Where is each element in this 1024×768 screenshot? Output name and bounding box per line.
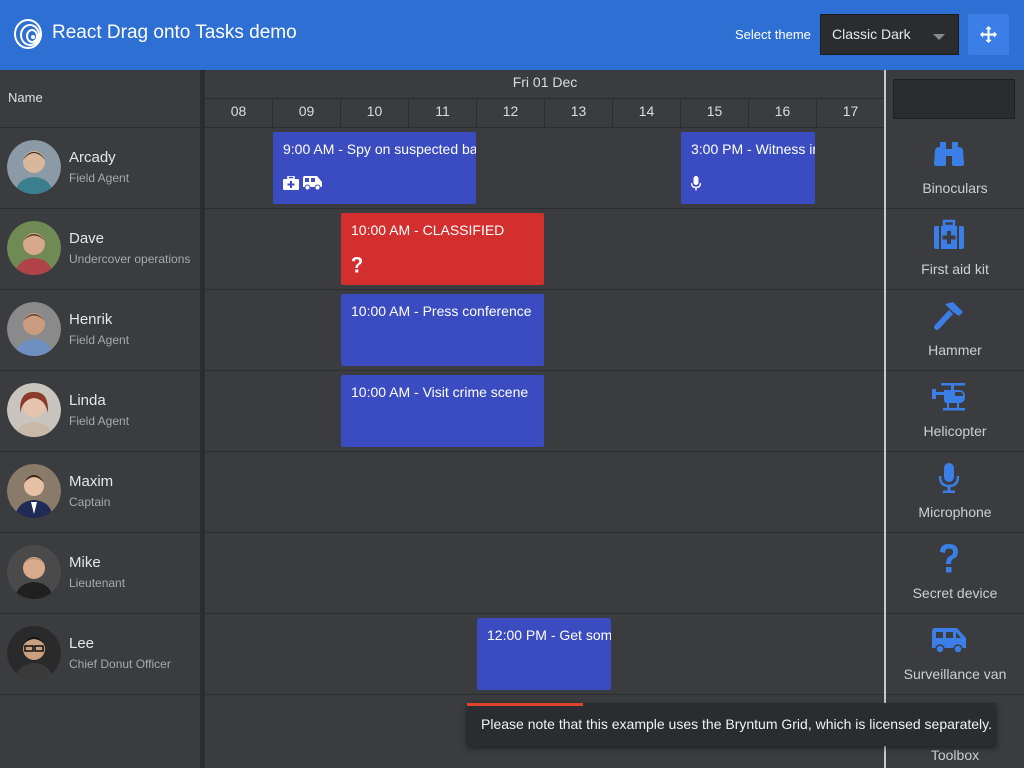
surveillance-van-icon [303,176,322,190]
person-name: Linda [69,392,106,409]
hammer-icon [934,302,963,330]
resource-cell: Linda Field Agent [0,371,200,451]
timeline-hour: 12 [477,99,545,127]
avatar [7,626,61,680]
tool-label: Hammer [928,342,982,358]
secret-device-icon [940,544,958,573]
first-aid-kit-icon [283,176,299,190]
name-column-header[interactable]: Name [0,70,200,128]
toast-progress-bar [467,703,584,706]
avatar [7,383,61,437]
person-role: Field Agent [69,333,130,347]
person-name: Arcady [69,149,116,166]
person-role: Field Agent [69,171,130,185]
avatar [7,545,61,599]
event-bar[interactable]: 3:00 PM - Witness in [681,132,815,204]
event-text: 3:00 PM - Witness in [691,141,815,157]
person-name: Lee [69,635,95,652]
theme-label: Select theme [735,27,811,42]
helicopter-icon [932,383,965,411]
surveillance-van-icon [932,628,966,654]
timeline-hour: 14 [613,99,681,127]
avatar [7,464,61,518]
timeline-hour: 08 [205,99,273,127]
event-text: 10:00 AM - Visit crime scene [351,384,529,400]
name-column-label: Name [8,90,43,105]
tool-label: Secret device [912,585,998,601]
event-text: 10:00 AM - CLASSIFIED [351,222,505,238]
timeline-hour: 10 [341,99,409,127]
bryntum-logo-icon [14,19,42,49]
theme-select-value: Classic Dark [832,26,911,42]
tool-item-secret-device[interactable]: Secret device [886,533,1024,614]
microphone-icon [691,176,701,191]
person-role: Undercover operations [69,252,191,266]
toolbox-panel: Binoculars First aid kit Hammer Helicopt… [886,70,1024,768]
fullscreen-button[interactable] [968,14,1009,55]
tool-label: First aid kit [921,261,989,277]
person-name: Dave [69,230,105,247]
event-text: 9:00 AM - Spy on suspected bar [283,141,476,157]
resource-row[interactable]: Mike Lieutenant [0,533,885,614]
first-aid-kit-icon [934,219,964,249]
toast-message: Please note that this example uses the B… [481,716,992,732]
resource-cell: Arcady Field Agent [0,128,200,208]
license-toast[interactable]: Please note that this example uses the B… [467,703,996,746]
person-name: Mike [69,554,101,571]
tool-item-first-aid-kit[interactable]: First aid kit [886,209,1024,290]
event-bar[interactable]: 10:00 AM - CLASSIFIED [341,213,544,285]
person-role: Lieutenant [69,576,126,590]
avatar [7,140,61,194]
avatar [7,302,61,356]
tool-label: Microphone [918,504,992,520]
person-name: Maxim [69,473,114,490]
secret-device-icon [352,257,362,273]
resource-cell: Dave Undercover operations [0,209,200,289]
move-arrows-icon [980,26,997,43]
resource-cell: Henrik Field Agent [0,290,200,370]
timeline-hour: 13 [545,99,613,127]
timeline-hour: 15 [681,99,749,127]
resource-row[interactable]: Maxim Captain [0,452,885,533]
tool-item-microphone[interactable]: Microphone [886,452,1024,533]
timeline-hour: 11 [409,99,477,127]
toolbox-label: Toolbox [930,747,980,763]
tool-item-helicopter[interactable]: Helicopter [886,371,1024,452]
event-text: 12:00 PM - Get som [487,627,611,643]
timeline-header: Fri 01 Dec 08 09 10 11 12 13 14 15 16 17 [205,70,885,128]
resource-cell: Mike Lieutenant [0,533,200,613]
microphone-icon [938,463,960,493]
timeline-hour: 17 [817,99,885,127]
timeline-date: Fri 01 Dec [205,70,885,99]
chevron-down-icon [933,34,945,40]
binoculars-icon [934,142,964,166]
event-bar[interactable]: 12:00 PM - Get som [477,618,611,690]
toolbox-filter-input[interactable] [893,79,1015,119]
avatar [7,221,61,275]
app-header: React Drag onto Tasks demo Select theme … [0,0,1024,70]
tool-item-surveillance-van[interactable]: Surveillance van [886,614,1024,695]
resource-cell: Lee Chief Donut Officer [0,614,200,694]
person-role: Chief Donut Officer [69,657,171,671]
tool-label: Binoculars [922,180,988,196]
person-role: Field Agent [69,414,130,428]
tool-label: Surveillance van [903,666,1007,682]
event-bar[interactable]: 9:00 AM - Spy on suspected bar [273,132,476,204]
tool-item-binoculars[interactable]: Binoculars [886,128,1024,209]
event-bar[interactable]: 10:00 AM - Press conference [341,294,544,366]
theme-select[interactable]: Classic Dark [820,14,959,55]
person-role: Captain [69,495,111,509]
person-name: Henrik [69,311,113,328]
event-text: 10:00 AM - Press conference [351,303,532,319]
timeline-hour: 16 [749,99,817,127]
resource-cell: Maxim Captain [0,452,200,532]
tool-item-hammer[interactable]: Hammer [886,290,1024,371]
resource-row[interactable]: Lee Chief Donut Officer [0,614,885,695]
timeline-hour: 09 [273,99,341,127]
app-title: React Drag onto Tasks demo [52,22,297,43]
tool-label: Helicopter [923,423,987,439]
event-bar[interactable]: 10:00 AM - Visit crime scene [341,375,544,447]
